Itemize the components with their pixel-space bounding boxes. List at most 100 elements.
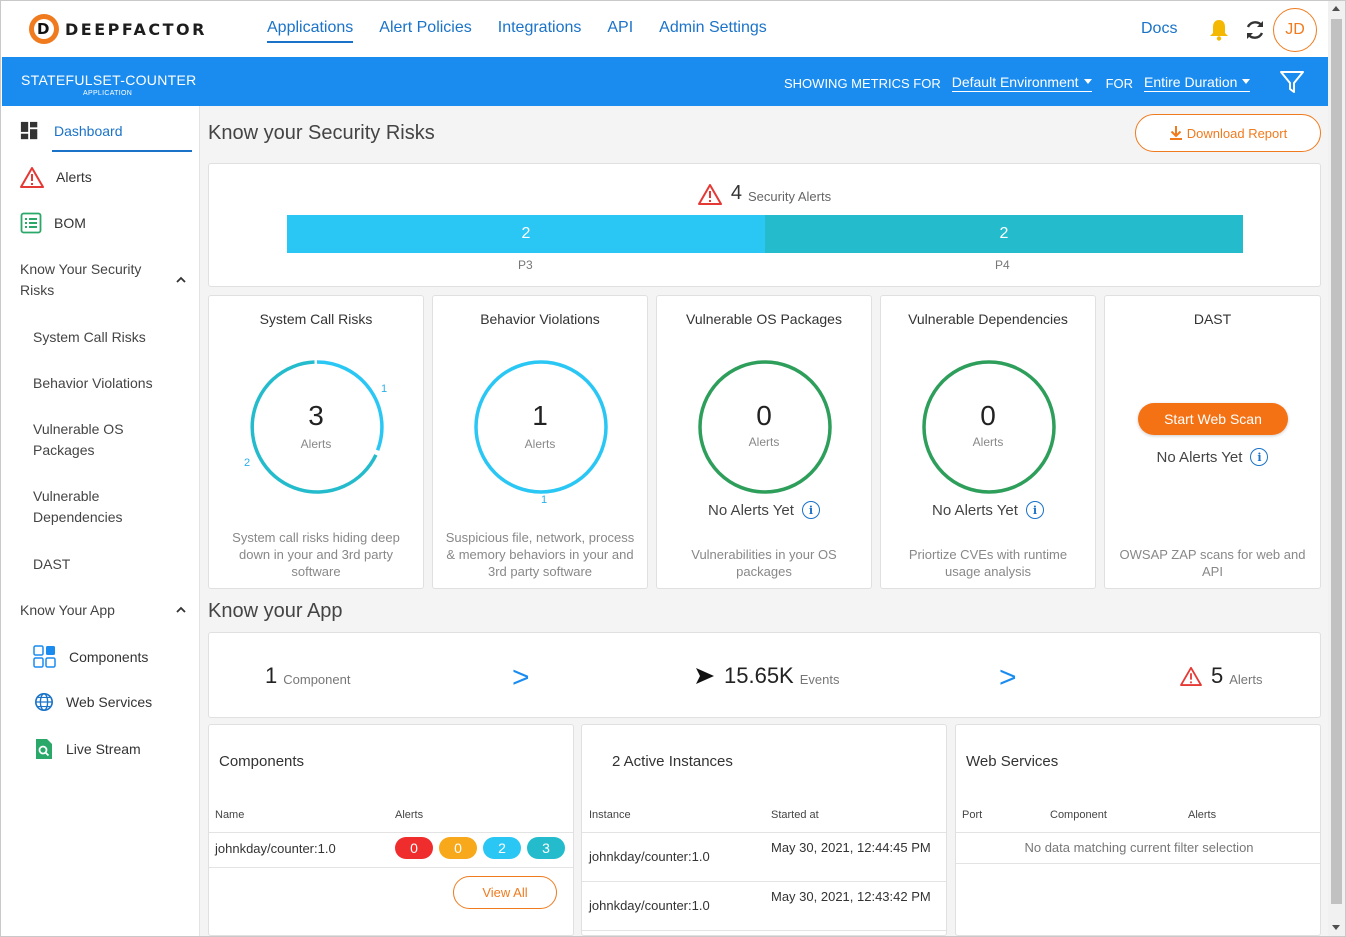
sidebar-item-bom[interactable]: BOM	[20, 212, 86, 234]
scroll-up-arrow-icon[interactable]	[1332, 6, 1340, 11]
events-summary[interactable]: 15.65K Events	[695, 663, 839, 689]
column-header-port: Port	[962, 809, 983, 821]
app-alerts-summary[interactable]: 5 Alerts	[1180, 663, 1262, 689]
sidebar-item-components[interactable]: Components	[33, 645, 148, 669]
dast-card[interactable]: DAST Start Web Scan No Alerts Yet i OWSA…	[1104, 295, 1321, 589]
sidebar-item-dast[interactable]: DAST	[33, 554, 173, 575]
download-icon	[1169, 126, 1182, 140]
sidebar-item-behavior-violations[interactable]: Behavior Violations	[33, 373, 173, 394]
application-subtitle: APPLICATION	[83, 90, 133, 97]
security-alerts-summary: 4 Security Alerts 2 2 P3 P4	[208, 163, 1321, 287]
caret-down-icon	[1083, 78, 1092, 84]
sidebar-item-label: Dashboard	[54, 123, 123, 139]
chevron-up-icon[interactable]	[176, 275, 186, 285]
p4-label: P4	[995, 258, 1010, 272]
column-header-name: Name	[215, 809, 245, 821]
sidebar-item-system-call-risks[interactable]: System Call Risks	[33, 327, 173, 348]
sidebar-group-security[interactable]: Know Your Security Risks	[20, 259, 170, 301]
info-icon[interactable]: i	[1250, 448, 1269, 466]
filter-icon[interactable]	[1279, 69, 1305, 95]
alert-pill-low[interactable]: 3	[527, 837, 565, 859]
active-instances-card: 2 Active Instances Instance Started at j…	[581, 724, 947, 936]
view-all-button[interactable]: View All	[453, 876, 557, 909]
behavior-violations-card[interactable]: Behavior Violations 1 Alerts 1 Suspiciou…	[432, 295, 648, 589]
security-heading: Know your Security Risks	[208, 122, 435, 144]
vulnerable-dependencies-card[interactable]: Vulnerable Dependencies 0 Alerts No Aler…	[880, 295, 1096, 589]
component-link[interactable]: johnkday/counter:1.0	[215, 840, 336, 858]
nav-admin-settings[interactable]: Admin Settings	[659, 19, 767, 43]
card-count: 0	[756, 400, 772, 431]
download-report-button[interactable]: Download Report	[1135, 114, 1321, 152]
alert-pill-medium[interactable]: 2	[483, 837, 521, 859]
nav-alert-policies[interactable]: Alert Policies	[379, 19, 471, 43]
warning-icon	[20, 167, 44, 188]
chevron-up-icon[interactable]	[176, 605, 186, 615]
scroll-down-arrow-icon[interactable]	[1332, 925, 1340, 930]
no-alerts-label: No Alerts Yet	[1156, 448, 1243, 466]
components-label: Component	[283, 671, 351, 687]
column-header-started: Started at	[771, 809, 819, 821]
sidebar-item-label: BOM	[54, 215, 86, 231]
alert-pill-high[interactable]: 0	[439, 837, 477, 859]
environment-dropdown[interactable]: Default Environment	[951, 74, 1092, 92]
priority-p4-segment[interactable]: 2	[765, 215, 1243, 253]
sidebar-item-live-stream[interactable]: Live Stream	[34, 738, 141, 760]
scrollbar-thumb[interactable]	[1331, 19, 1342, 904]
info-icon[interactable]: i	[801, 501, 820, 519]
card-unit: Alerts	[748, 435, 780, 449]
app-heading: Know your App	[208, 600, 343, 622]
docs-link[interactable]: Docs	[1141, 20, 1177, 38]
alerts-total-label: Security Alerts	[748, 189, 832, 204]
column-header-alerts: Alerts	[395, 809, 424, 821]
vulnerable-os-packages-card[interactable]: Vulnerable OS Packages 0 Alerts No Alert…	[656, 295, 872, 589]
empty-state-message: No data matching current filter selectio…	[1024, 840, 1254, 855]
info-icon[interactable]: i	[1025, 501, 1044, 519]
card-count: 0	[980, 400, 996, 431]
components-count: 1	[265, 663, 278, 688]
caret-down-icon	[1242, 78, 1251, 84]
sidebar-group-app[interactable]: Know Your App	[20, 600, 170, 621]
refresh-icon[interactable]	[1243, 18, 1267, 42]
card-count: 3	[308, 400, 324, 431]
sidebar-item-vulnerable-dependencies[interactable]: Vulnerable Dependencies	[33, 486, 173, 528]
duration-value: Entire Duration	[1144, 74, 1238, 90]
sidebar-item-label: Web Services	[66, 694, 153, 710]
main-content: Know your Security Risks Download Report…	[200, 106, 1328, 936]
sidebar-item-alerts[interactable]: Alerts	[20, 166, 92, 188]
instance-link[interactable]: johnkday/counter:1.0	[589, 897, 710, 915]
alerts-total-count: 4	[730, 182, 743, 204]
nav-integrations[interactable]: Integrations	[498, 19, 582, 43]
components-summary[interactable]: 1 Component	[265, 663, 350, 689]
deepfactor-logo[interactable]: D DEEPFACTOR	[29, 14, 207, 44]
table-title: 2 Active Instances	[612, 753, 733, 770]
card-unit: Alerts	[972, 435, 1004, 449]
table-title: Web Services	[966, 753, 1059, 770]
sidebar-item-vulnerable-os-packages[interactable]: Vulnerable OS Packages	[33, 419, 173, 461]
divider	[209, 832, 573, 833]
card-description: Priortize CVEs with runtime usage analys…	[908, 547, 1068, 579]
divider	[209, 867, 573, 868]
list-icon	[20, 212, 42, 234]
user-avatar[interactable]: JD	[1273, 8, 1317, 52]
instance-link[interactable]: johnkday/counter:1.0	[589, 848, 710, 866]
bell-icon[interactable]	[1209, 19, 1229, 41]
divider	[582, 930, 946, 931]
table-title: Components	[219, 753, 305, 770]
logo-text: DEEPFACTOR	[65, 19, 207, 39]
vertical-scrollbar[interactable]	[1328, 1, 1345, 936]
alert-pill-critical[interactable]: 0	[395, 837, 433, 859]
web-services-card: Web Services Port Component Alerts No da…	[955, 724, 1321, 936]
sidebar-item-dashboard[interactable]: Dashboard	[20, 121, 123, 141]
duration-dropdown[interactable]: Entire Duration	[1144, 74, 1251, 92]
start-web-scan-button[interactable]: Start Web Scan	[1138, 403, 1288, 435]
divider	[956, 832, 1320, 833]
sidebar-item-web-services[interactable]: Web Services	[34, 692, 152, 712]
nav-applications[interactable]: Applications	[267, 19, 354, 43]
system-call-risks-card[interactable]: System Call Risks 3 Alerts 1 2 System ca…	[208, 295, 424, 589]
no-alerts-status: No Alerts Yet i	[881, 501, 1095, 519]
priority-p3-segment[interactable]: 2	[287, 215, 765, 253]
nav-api[interactable]: API	[607, 19, 633, 43]
started-at: May 30, 2021, 12:43:42 PM	[771, 889, 931, 904]
column-header-instance: Instance	[589, 809, 631, 821]
sidebar-item-label: Components	[69, 649, 149, 665]
